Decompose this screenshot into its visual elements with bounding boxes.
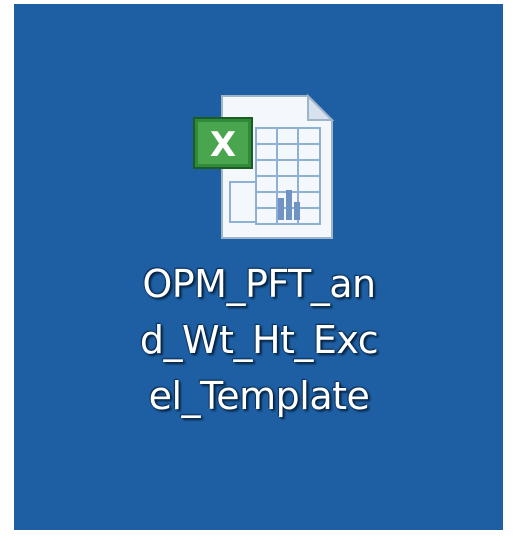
excel-badge-letter: X [210, 125, 236, 165]
file-name-label[interactable]: OPM_PFT_an d_Wt_Ht_Exc el_Template [84, 256, 434, 424]
screenshot-frame: X OPM_PFT_an d_Wt_Ht_Exc el_Template [0, 0, 518, 541]
file-name-line-1: OPM_PFT_an [142, 262, 376, 306]
file-name-line-3: el_Template [148, 374, 370, 418]
file-name-line-2: d_Wt_Ht_Exc [139, 318, 379, 362]
excel-file-icon[interactable]: X [172, 92, 342, 242]
desktop-file-icon[interactable]: X OPM_PFT_an d_Wt_Ht_Exc el_Template [14, 4, 503, 530]
desktop-background: X OPM_PFT_an d_Wt_Ht_Exc el_Template [14, 4, 503, 530]
